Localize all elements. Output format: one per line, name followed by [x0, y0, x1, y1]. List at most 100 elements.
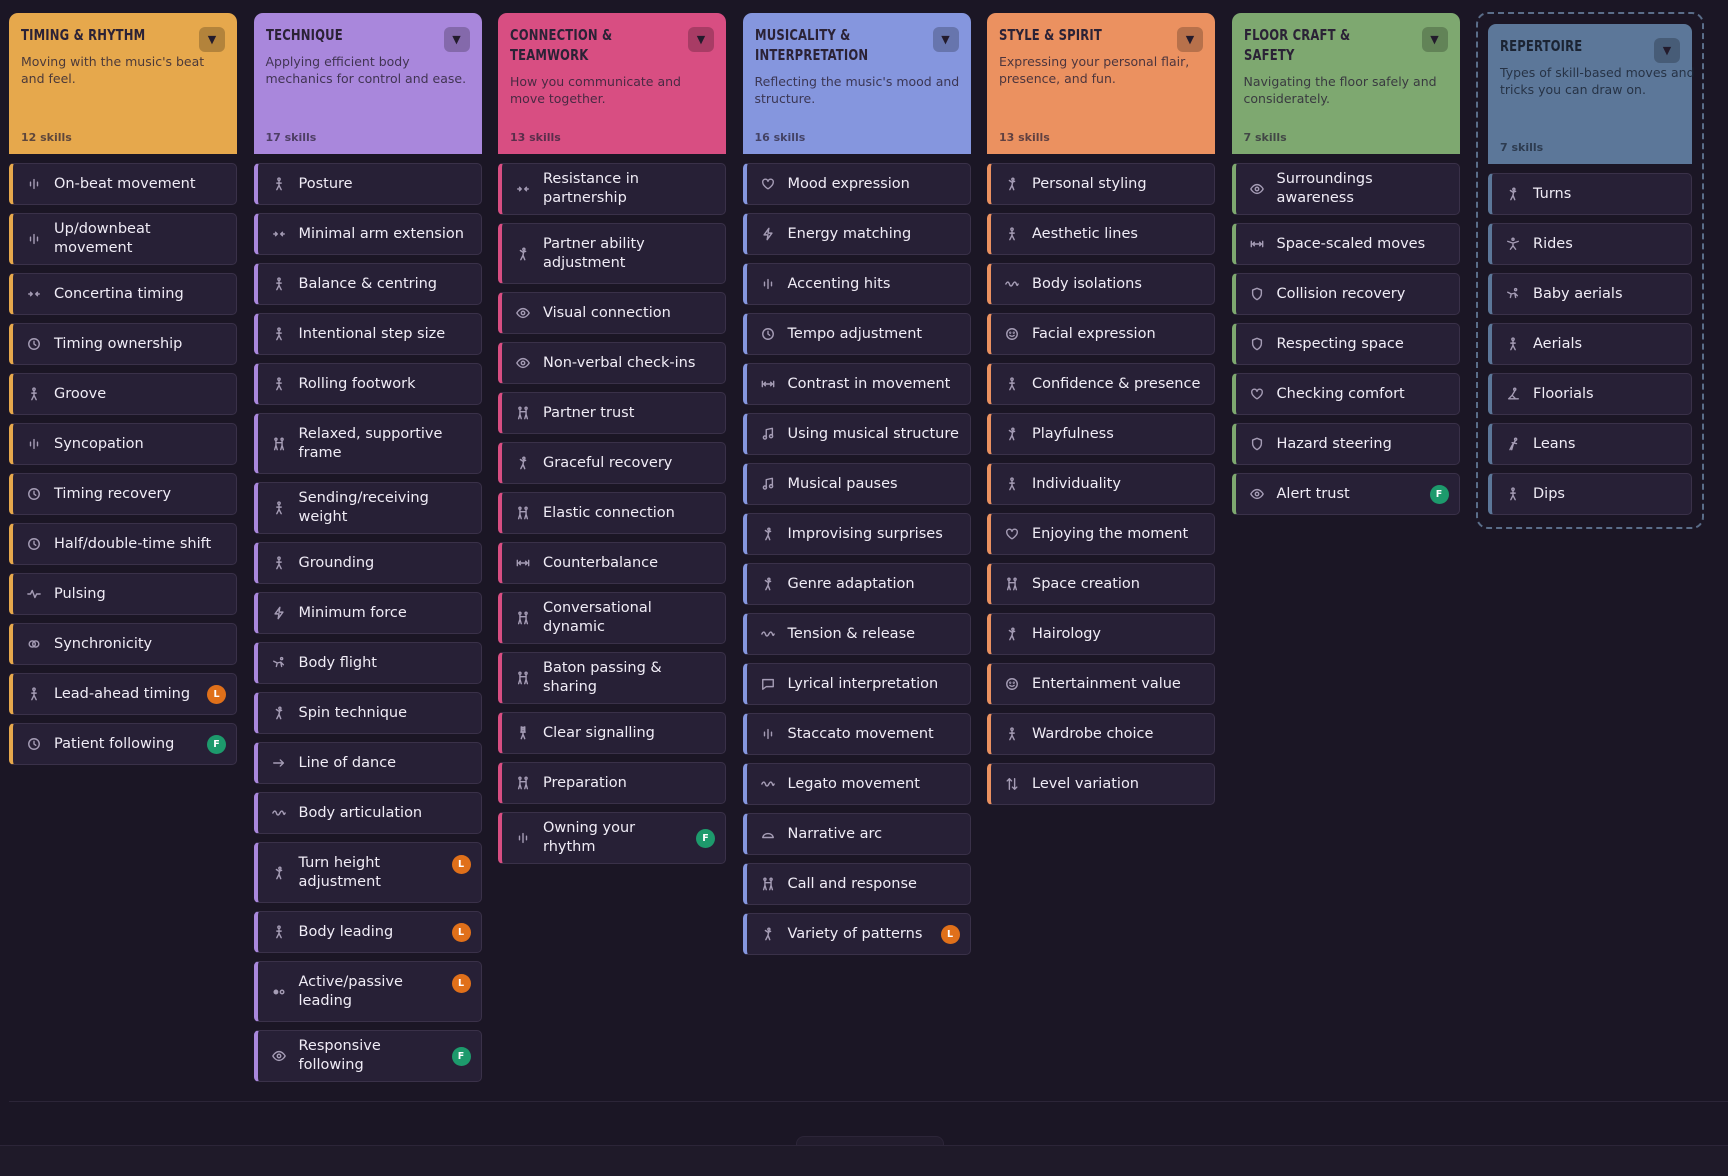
- skill-card[interactable]: Elastic connection: [498, 492, 726, 534]
- skill-card[interactable]: Improvising surprises: [742, 513, 971, 555]
- skill-card[interactable]: Concertina timing: [9, 273, 237, 315]
- skill-card[interactable]: Hazard steering: [1231, 423, 1460, 465]
- collapse-button[interactable]: ▼: [199, 27, 225, 52]
- skill-card[interactable]: Legato movement: [742, 763, 971, 805]
- skill-card[interactable]: Syncopation: [9, 423, 237, 465]
- skill-card[interactable]: Narrative arc: [742, 813, 971, 855]
- skill-card[interactable]: Groove: [9, 373, 237, 415]
- skill-card[interactable]: Intentional step size: [253, 313, 482, 355]
- chevron-down-icon: ▼: [207, 33, 217, 46]
- skill-card[interactable]: Dips: [1488, 473, 1692, 515]
- collapse-button[interactable]: ▼: [1177, 27, 1203, 52]
- skill-card[interactable]: Sending/receiving weight: [253, 482, 482, 534]
- skill-card[interactable]: Leans: [1488, 423, 1692, 465]
- skill-card[interactable]: Rolling footwork: [253, 363, 482, 405]
- skill-card[interactable]: Genre adaptation: [742, 563, 971, 605]
- skill-card[interactable]: Body flight: [253, 642, 482, 684]
- skill-card[interactable]: Active/passive leading L: [253, 961, 482, 1022]
- skill-card[interactable]: Hairology: [987, 613, 1215, 655]
- skill-card[interactable]: Accenting hits: [742, 263, 971, 305]
- skill-card[interactable]: Resistance in partnership: [498, 163, 726, 215]
- skill-card[interactable]: Patient following F: [9, 723, 237, 765]
- skill-card[interactable]: Lyrical interpretation: [742, 663, 971, 705]
- skill-card[interactable]: Partner trust: [498, 392, 726, 434]
- skill-card[interactable]: Rides: [1488, 223, 1692, 265]
- collapse-button[interactable]: ▼: [688, 27, 714, 52]
- skill-card[interactable]: Call and response: [742, 863, 971, 905]
- skill-card[interactable]: Counterbalance: [498, 542, 726, 584]
- skill-card[interactable]: Mood expression: [742, 163, 971, 205]
- skill-card[interactable]: Pulsing: [9, 573, 237, 615]
- skill-card[interactable]: Turn height adjustment L: [253, 842, 482, 903]
- skill-card[interactable]: On-beat movement: [9, 163, 237, 205]
- skill-card[interactable]: Turns: [1488, 173, 1692, 215]
- skill-card[interactable]: Posture: [253, 163, 482, 205]
- skill-card[interactable]: Tempo adjustment: [742, 313, 971, 355]
- skill-card[interactable]: Aesthetic lines: [987, 213, 1215, 255]
- skill-card[interactable]: Body isolations: [987, 263, 1215, 305]
- skill-card[interactable]: Relaxed, supportive frame: [253, 413, 482, 474]
- skill-card[interactable]: Tension & release: [742, 613, 971, 655]
- skill-card[interactable]: Body articulation: [253, 792, 482, 834]
- skill-card[interactable]: Using musical structure: [742, 413, 971, 455]
- skill-label: Checking comfort: [1276, 385, 1405, 402]
- skill-card[interactable]: Responsive following F: [253, 1030, 482, 1082]
- skill-card[interactable]: Timing ownership: [9, 323, 237, 365]
- skill-card[interactable]: Spin technique: [253, 692, 482, 734]
- skill-card[interactable]: Owning your rhythm F: [498, 812, 726, 864]
- skill-card[interactable]: Individuality: [987, 463, 1215, 505]
- eye-icon: [1248, 485, 1266, 503]
- ride-icon: [1504, 235, 1522, 253]
- skill-card[interactable]: Energy matching: [742, 213, 971, 255]
- skill-card[interactable]: Half/double-time shift: [9, 523, 237, 565]
- skill-card[interactable]: Facial expression: [987, 313, 1215, 355]
- skill-card[interactable]: Checking comfort: [1231, 373, 1460, 415]
- skill-card[interactable]: Up/downbeat movement: [9, 213, 237, 265]
- eye-icon: [270, 1047, 288, 1065]
- skill-card[interactable]: Confidence & presence: [987, 363, 1215, 405]
- skill-card[interactable]: Musical pauses: [742, 463, 971, 505]
- skill-card[interactable]: Wardrobe choice: [987, 713, 1215, 755]
- skill-card[interactable]: Preparation: [498, 762, 726, 804]
- skill-card[interactable]: Personal styling: [987, 163, 1215, 205]
- column-title: Timing & Rhythm: [21, 26, 146, 44]
- skill-card[interactable]: Surroundings awareness: [1231, 163, 1460, 215]
- skill-card[interactable]: Entertainment value: [987, 663, 1215, 705]
- skill-card[interactable]: Minimal arm extension: [253, 213, 482, 255]
- skill-card[interactable]: Balance & centring: [253, 263, 482, 305]
- collapse-button[interactable]: ▼: [932, 27, 959, 52]
- skill-card[interactable]: Visual connection: [498, 292, 726, 334]
- skill-card[interactable]: Line of dance: [253, 742, 482, 784]
- skill-card[interactable]: Minimum force: [253, 592, 482, 634]
- skill-card[interactable]: Space creation: [987, 563, 1215, 605]
- skill-card[interactable]: Space-scaled moves: [1231, 223, 1460, 265]
- skill-card[interactable]: Enjoying the moment: [987, 513, 1215, 555]
- skill-card[interactable]: Alert trust F: [1231, 473, 1460, 515]
- skill-card[interactable]: Respecting space: [1231, 323, 1460, 365]
- skill-card[interactable]: Non-verbal check-ins: [498, 342, 726, 384]
- spin-icon: [514, 245, 532, 263]
- collapse-button[interactable]: ▼: [1654, 38, 1680, 63]
- skill-card[interactable]: Collision recovery: [1231, 273, 1460, 315]
- skill-card[interactable]: Lead-ahead timing L: [9, 673, 237, 715]
- skill-card[interactable]: Playfulness: [987, 413, 1215, 455]
- skill-card[interactable]: Staccato movement: [742, 713, 971, 755]
- skill-card[interactable]: Partner ability adjustment: [498, 223, 726, 284]
- skill-card[interactable]: Body leading L: [253, 911, 482, 953]
- smile-icon: [1003, 675, 1021, 693]
- skill-card[interactable]: Clear signalling: [498, 712, 726, 754]
- skill-card[interactable]: Grounding: [253, 542, 482, 584]
- skill-card[interactable]: Floorials: [1488, 373, 1692, 415]
- skill-card[interactable]: Timing recovery: [9, 473, 237, 515]
- collapse-button[interactable]: ▼: [1421, 27, 1448, 52]
- skill-card[interactable]: Baby aerials: [1488, 273, 1692, 315]
- skill-card[interactable]: Contrast in movement: [742, 363, 971, 405]
- skill-card[interactable]: Conversational dynamic: [498, 592, 726, 644]
- skill-card[interactable]: Aerials: [1488, 323, 1692, 365]
- skill-card[interactable]: Level variation: [987, 763, 1215, 805]
- skill-card[interactable]: Synchronicity: [9, 623, 237, 665]
- skill-card[interactable]: Baton passing & sharing: [498, 652, 726, 704]
- skill-card[interactable]: Graceful recovery: [498, 442, 726, 484]
- collapse-button[interactable]: ▼: [443, 27, 470, 52]
- skill-card[interactable]: Variety of patterns L: [742, 913, 971, 955]
